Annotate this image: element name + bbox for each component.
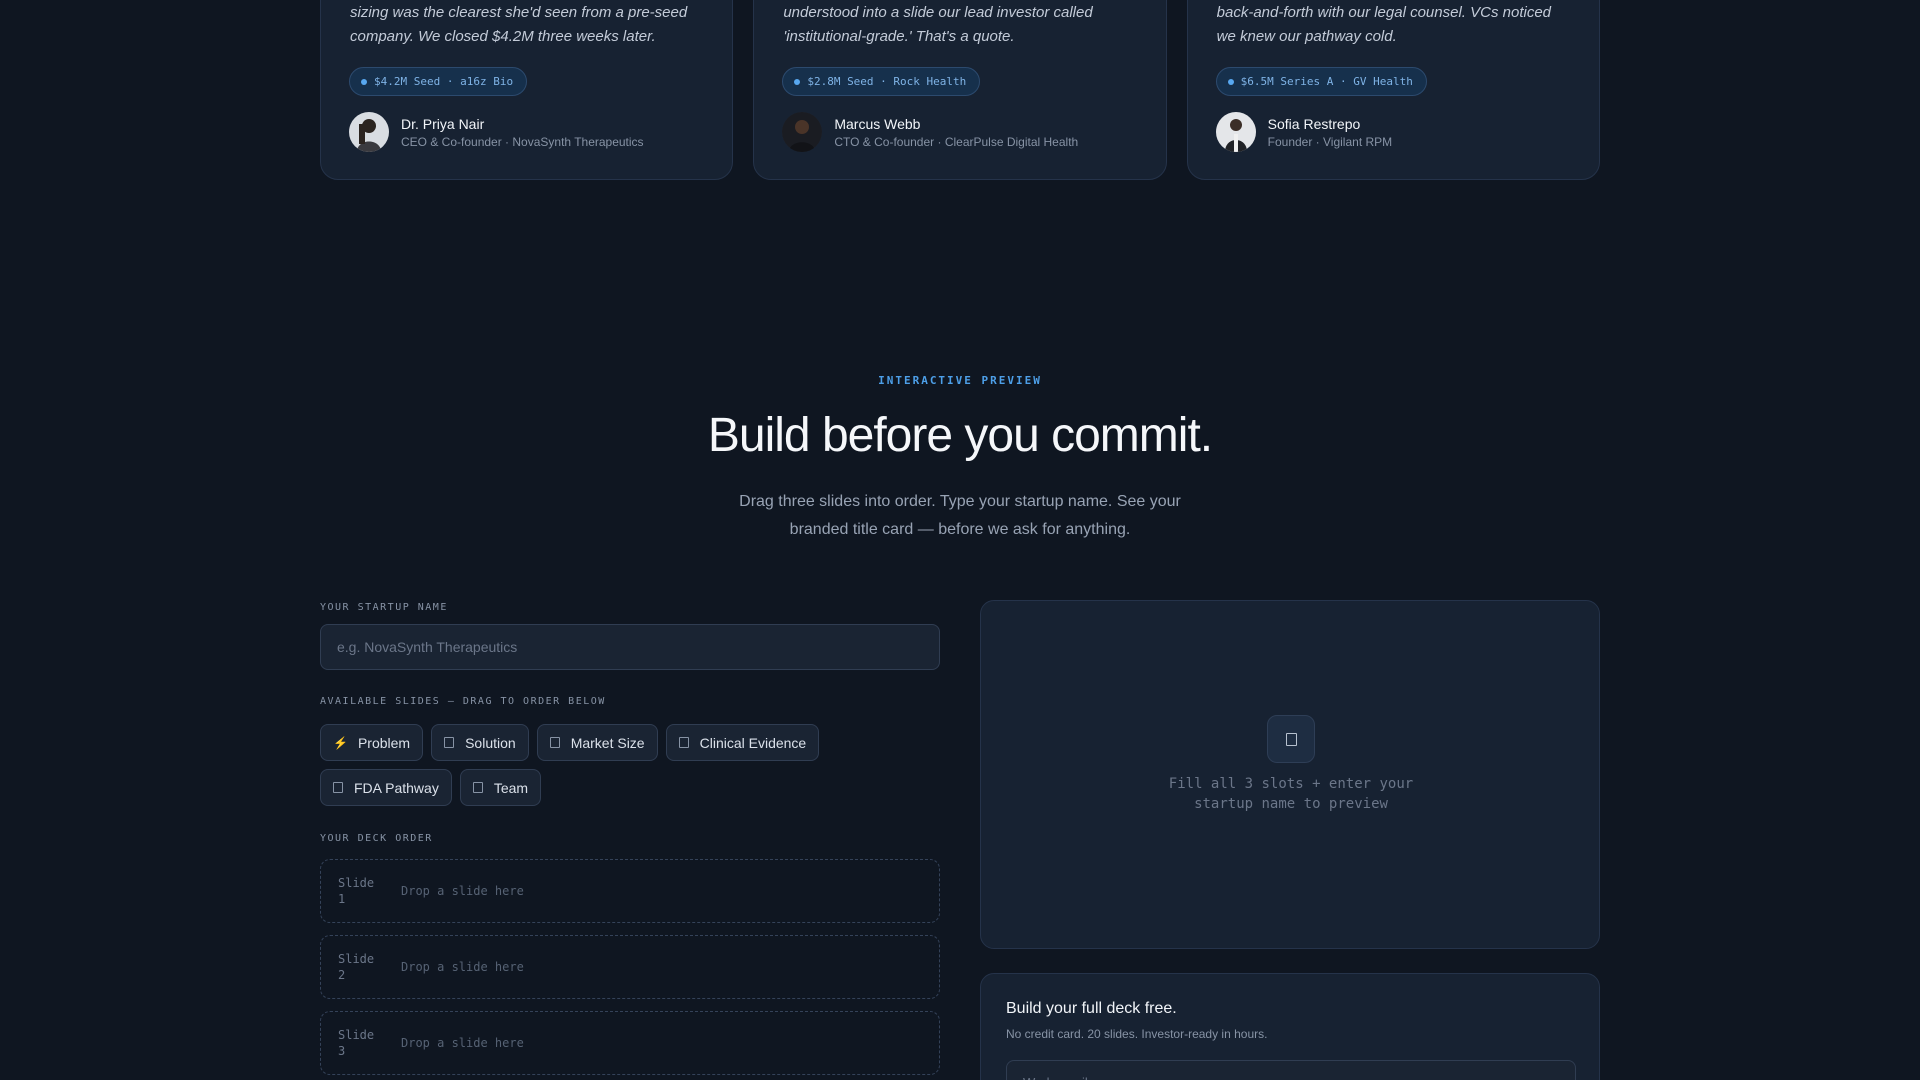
document-icon [549,737,560,748]
slot-placeholder: Drop a slide here [401,960,524,974]
testimonial-card: understood into a slide our lead investo… [753,0,1167,180]
slot-placeholder: Drop a slide here [401,884,524,898]
lightning-bolt-icon: ⚡ [333,735,348,750]
signup-subtitle: No credit card. 20 slides. Investor-read… [1006,1027,1268,1041]
deck-slot-3[interactable]: Slide 3 Drop a slide here [320,1011,940,1075]
slide-chip-label: Solution [465,734,516,751]
funding-badge: $2.8M Seed · Rock Health [782,67,981,96]
slide-chip-label: Problem [357,734,411,751]
author-name: Sofia Restrepo [1267,115,1361,132]
slide-chip-label: Clinical Evidence [699,734,807,751]
slide-chip-clinical-evidence[interactable]: Clinical Evidence [665,724,820,761]
slide-chip-problem[interactable]: ⚡ Problem [320,724,424,761]
document-icon [1267,715,1315,763]
author-role: CTO & Co-founder · ClearPulse Digital He… [834,134,1079,149]
slide-chip-solution[interactable]: Solution [431,724,529,761]
avatar [1215,112,1256,152]
testimonial-quote: understood into a slide our lead investo… [783,4,1093,45]
testimonial-author: Marcus Webb CTO & Co-founder · ClearPuls… [782,112,1078,152]
section-subtitle: Drag three slides into order. Type your … [739,493,1181,538]
deck-slot-1[interactable]: Slide 1 Drop a slide here [320,859,940,923]
author-role: Founder · Vigilant RPM [1267,134,1393,149]
available-slides: ⚡ Problem Solution Market Size Clinical … [320,724,940,806]
funding-badge: $6.5M Series A · GV Health [1215,67,1427,96]
deck-order-label: YOUR DECK ORDER [320,833,433,844]
testimonial-author: Sofia Restrepo Founder · Vigilant RPM [1215,112,1393,152]
avatar [349,112,389,152]
testimonial-author: Dr. Priya Nair CEO & Co-founder · NovaSy… [349,112,644,152]
signup-card: Build your full deck free. No credit car… [980,973,1600,1080]
document-icon [472,782,483,793]
title-card-preview: Fill all 3 slots + enter your startup na… [980,600,1600,949]
slot-placeholder: Drop a slide here [401,1036,524,1050]
section-eyebrow: INTERACTIVE PREVIEW [878,374,1042,387]
slot-label: Slide 1 [338,876,375,906]
slide-chip-label: Team [493,779,529,796]
testimonial-card: back-and-forth with our legal counsel. V… [1186,0,1600,180]
section-title: Build before you commit. [707,409,1213,462]
startup-name-input[interactable] [320,624,940,670]
slide-chip-fda-pathway[interactable]: FDA Pathway [320,769,452,806]
funding-badge: $4.2M Seed · a16z Bio [349,67,528,96]
slot-label: Slide 3 [338,1028,375,1058]
testimonial-quote: back-and-forth with our legal counsel. V… [1216,4,1551,45]
available-slides-label: AVAILABLE SLIDES — DRAG TO ORDER BELOW [320,696,606,707]
slide-chip-market-size[interactable]: Market Size [536,724,658,761]
document-icon [678,737,689,748]
preview-empty-message: Fill all 3 slots + enter your startup na… [1168,776,1414,812]
startup-name-label: YOUR STARTUP NAME [320,602,448,613]
slide-chip-label: Market Size [570,734,645,751]
author-role: CEO & Co-founder · NovaSynth Therapeutic… [401,134,644,149]
testimonial-card: sizing was the clearest she'd seen from … [320,0,734,180]
testimonials-row: sizing was the clearest she'd seen from … [320,0,1600,180]
author-name: Dr. Priya Nair [401,115,485,132]
slot-label: Slide 2 [338,952,375,982]
testimonial-quote: sizing was the clearest she'd seen from … [350,4,688,45]
author-name: Marcus Webb [834,115,921,132]
slide-chip-team[interactable]: Team [459,769,542,806]
document-icon [333,782,343,793]
deck-slot-2[interactable]: Slide 2 Drop a slide here [320,935,940,999]
work-email-input[interactable] [1006,1060,1576,1080]
signup-title: Build your full deck free. [1006,1000,1177,1017]
avatar [782,112,823,152]
slide-chip-label: FDA Pathway [354,779,439,796]
document-icon [444,737,455,748]
